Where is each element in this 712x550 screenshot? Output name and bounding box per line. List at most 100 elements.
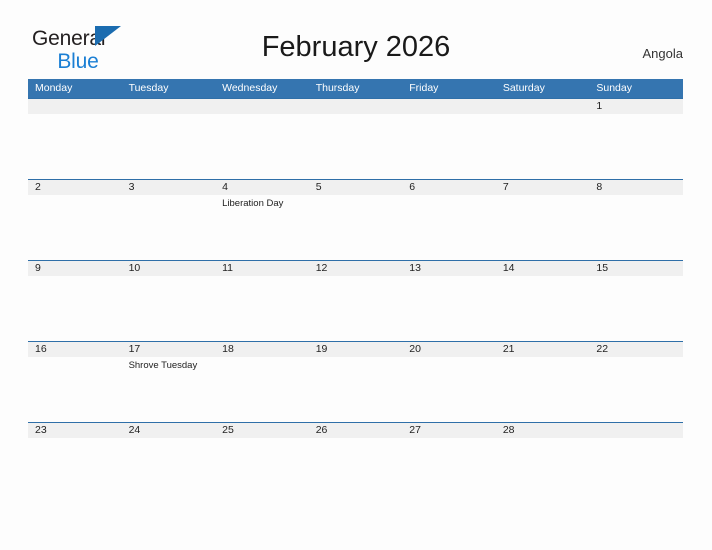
day-cell-inner: 25 <box>215 422 309 503</box>
day-number: 15 <box>589 260 683 276</box>
day-number <box>589 422 683 438</box>
day-number <box>28 98 122 114</box>
day-number: 10 <box>121 260 216 276</box>
calendar-day-cell[interactable]: 11 <box>215 260 309 341</box>
calendar-day-cell[interactable]: 18 <box>215 341 309 422</box>
calendar-day-cell[interactable]: 22 <box>589 341 683 422</box>
calendar-week-row: 2 3 4 Liberation Day 5 6 7 8 <box>28 179 683 260</box>
calendar-day-cell[interactable]: 7 <box>495 179 590 260</box>
day-number: 16 <box>28 341 122 357</box>
holiday-event: Liberation Day <box>222 198 284 209</box>
day-events <box>309 438 403 441</box>
calendar-week-row: 9 10 11 12 13 14 15 <box>28 260 683 341</box>
day-cell-inner: 2 <box>28 179 122 260</box>
day-number: 18 <box>215 341 309 357</box>
day-cell-inner: 1 <box>589 98 683 179</box>
day-cell-inner: 16 <box>28 341 122 422</box>
calendar-day-cell[interactable]: 27 <box>402 422 496 503</box>
day-number: 9 <box>28 260 122 276</box>
day-cell-inner: 11 <box>215 260 309 341</box>
calendar-day-cell[interactable]: 21 <box>495 341 590 422</box>
calendar-day-cell[interactable] <box>308 98 403 179</box>
month-calendar-table: Monday Tuesday Wednesday Thursday Friday… <box>28 79 683 503</box>
calendar-day-cell[interactable]: 20 <box>402 341 496 422</box>
calendar-day-cell[interactable]: 19 <box>308 341 403 422</box>
day-number: 14 <box>495 260 590 276</box>
day-events <box>589 438 683 441</box>
calendar-day-cell[interactable]: 28 <box>495 422 590 503</box>
day-cell-inner: 14 <box>495 260 590 341</box>
calendar-day-cell[interactable] <box>495 98 590 179</box>
day-cell-inner: 6 <box>402 179 496 260</box>
calendar-day-cell[interactable]: 2 <box>28 179 122 260</box>
day-events <box>122 438 216 441</box>
day-number: 4 <box>215 179 309 195</box>
calendar-day-cell[interactable]: 5 <box>308 179 403 260</box>
day-events <box>496 276 590 279</box>
calendar-day-cell[interactable]: 3 <box>121 179 216 260</box>
calendar-week-row: 16 17 Shrove Tuesday 18 19 20 21 22 <box>28 341 683 422</box>
calendar-day-cell[interactable]: 1 <box>589 98 683 179</box>
day-cell-inner: 19 <box>308 341 403 422</box>
calendar-day-cell[interactable] <box>402 98 496 179</box>
calendar-day-cell[interactable] <box>28 98 122 179</box>
calendar-day-cell[interactable]: 23 <box>28 422 122 503</box>
day-number <box>308 98 403 114</box>
calendar-day-cell[interactable]: 15 <box>589 260 683 341</box>
day-events <box>215 438 309 441</box>
calendar-day-cell[interactable]: 16 <box>28 341 122 422</box>
day-cell-inner: 17 Shrove Tuesday <box>121 341 216 422</box>
day-cell-inner: 23 <box>28 422 122 503</box>
day-number: 17 <box>121 341 216 357</box>
day-events <box>28 438 122 441</box>
day-cell-inner: 12 <box>308 260 403 341</box>
calendar-day-cell[interactable]: 26 <box>308 422 403 503</box>
day-events <box>402 276 496 279</box>
day-cell-inner <box>28 98 122 179</box>
day-cell-inner: 5 <box>308 179 403 260</box>
day-number: 20 <box>402 341 496 357</box>
calendar-day-cell[interactable]: 10 <box>121 260 216 341</box>
calendar-day-cell[interactable]: 12 <box>308 260 403 341</box>
day-cell-inner: 18 <box>215 341 309 422</box>
day-cell-inner: 3 <box>121 179 216 260</box>
day-events <box>496 114 590 117</box>
day-events <box>309 195 403 198</box>
day-events: Liberation Day <box>215 195 309 210</box>
calendar-day-cell[interactable]: 17 Shrove Tuesday <box>121 341 216 422</box>
day-events <box>309 276 403 279</box>
page-title: February 2026 <box>261 31 451 63</box>
weekday-header-thursday: Thursday <box>308 79 403 98</box>
calendar-day-cell[interactable] <box>215 98 309 179</box>
day-number: 21 <box>495 341 590 357</box>
calendar-day-cell[interactable]: 4 Liberation Day <box>215 179 309 260</box>
day-events <box>589 357 683 360</box>
calendar-day-cell[interactable]: 14 <box>495 260 590 341</box>
day-events <box>215 114 309 117</box>
day-events <box>122 276 216 279</box>
day-number: 24 <box>121 422 216 438</box>
day-number: 5 <box>308 179 403 195</box>
calendar-day-cell[interactable]: 6 <box>402 179 496 260</box>
day-events <box>28 114 122 117</box>
day-number: 25 <box>215 422 309 438</box>
day-events <box>309 114 403 117</box>
weekday-header-tuesday: Tuesday <box>121 79 216 98</box>
calendar-day-cell[interactable] <box>121 98 216 179</box>
calendar-day-cell[interactable] <box>589 422 683 503</box>
day-cell-inner: 10 <box>121 260 216 341</box>
day-number: 2 <box>28 179 122 195</box>
calendar-day-cell[interactable]: 13 <box>402 260 496 341</box>
day-number <box>402 98 496 114</box>
calendar-day-cell[interactable]: 25 <box>215 422 309 503</box>
day-events <box>402 195 496 198</box>
calendar-page: General Blue February 2026 Angola Monday… <box>0 0 712 550</box>
calendar-day-cell[interactable]: 24 <box>121 422 216 503</box>
day-events <box>589 114 683 117</box>
day-cell-inner <box>121 98 216 179</box>
calendar-day-cell[interactable]: 9 <box>28 260 122 341</box>
day-number: 7 <box>495 179 590 195</box>
day-number <box>121 98 216 114</box>
calendar-day-cell[interactable]: 8 <box>589 179 683 260</box>
day-cell-inner: 9 <box>28 260 122 341</box>
